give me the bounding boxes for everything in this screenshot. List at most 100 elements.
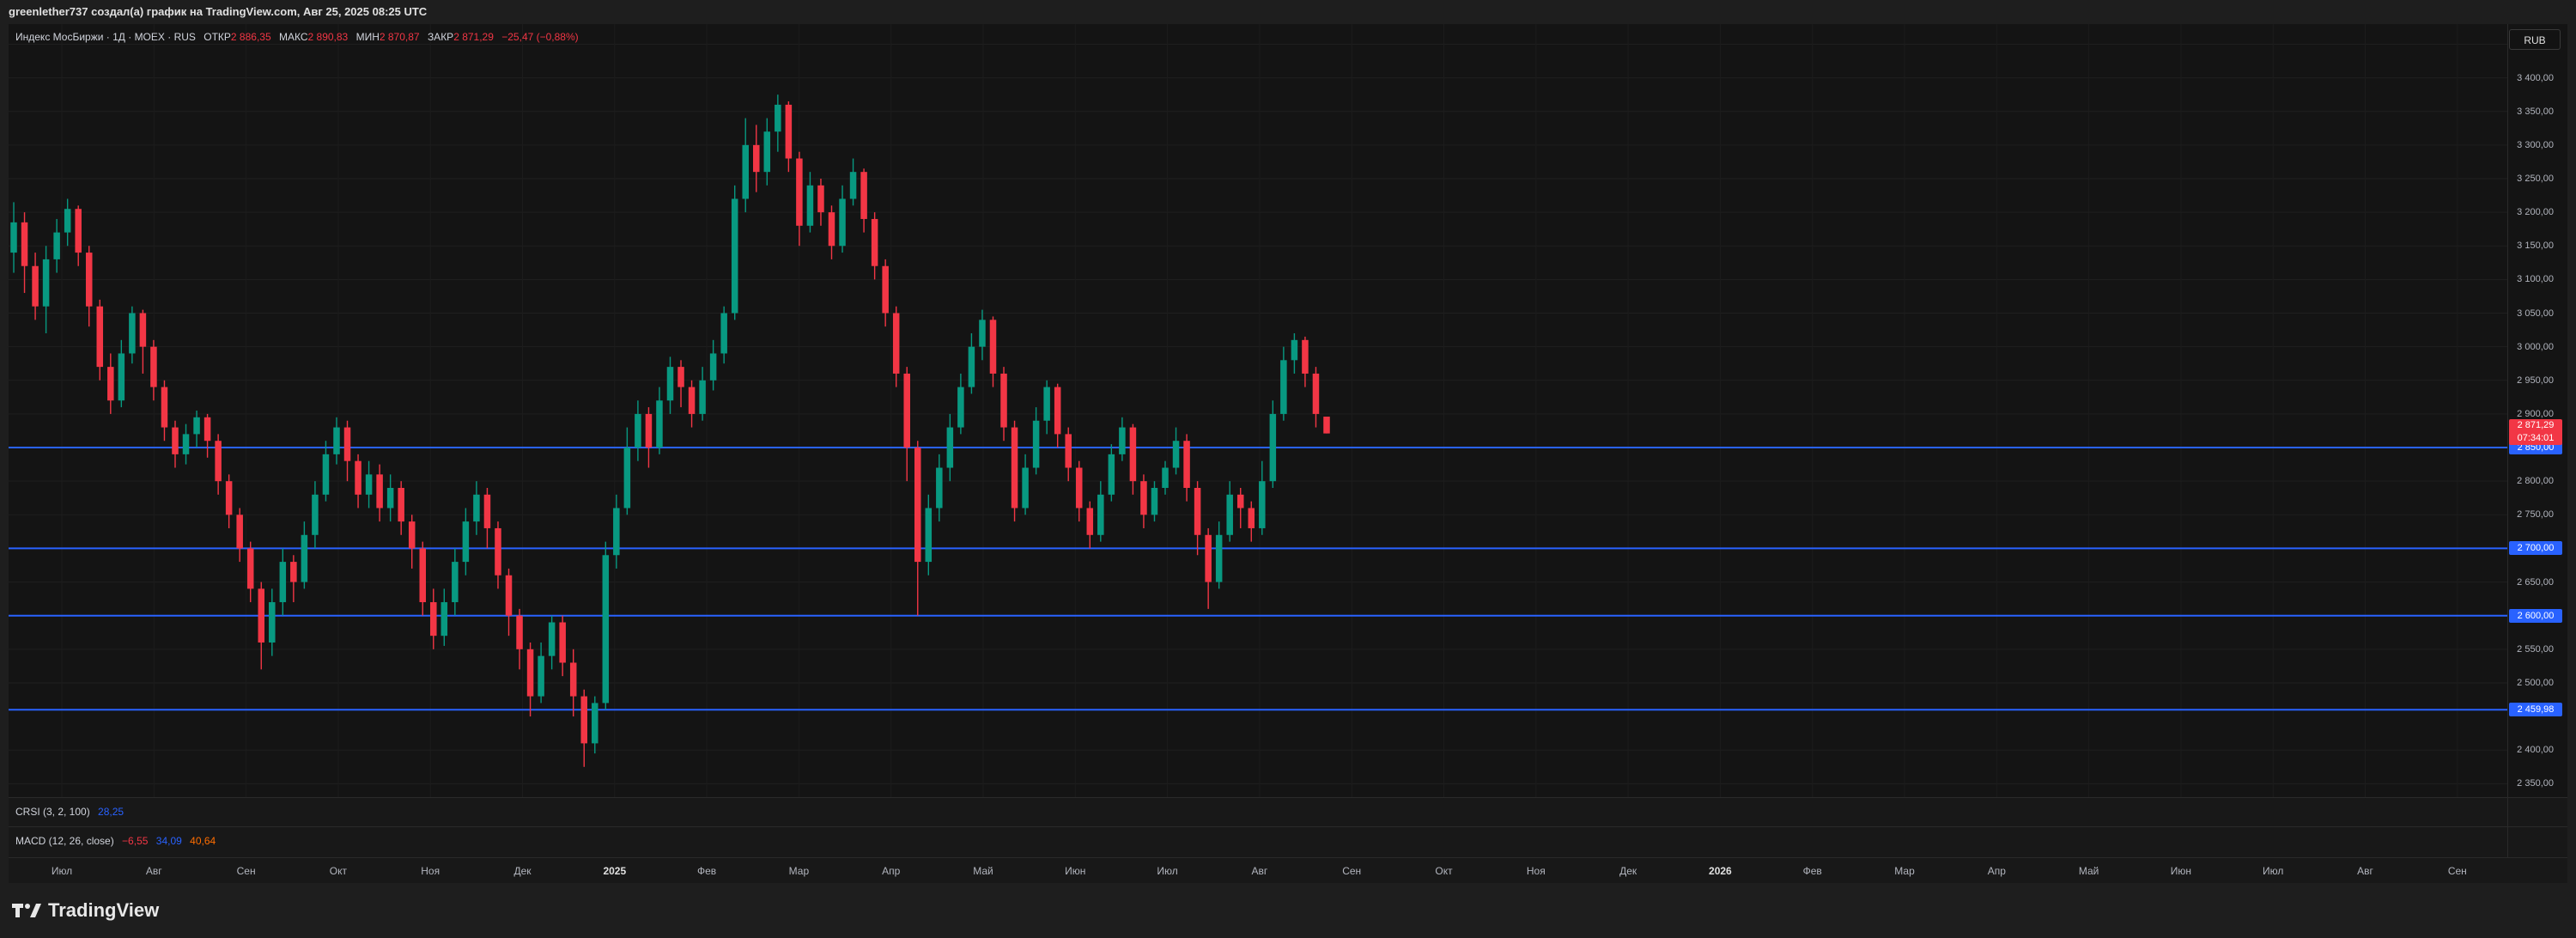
candle-body (957, 387, 964, 428)
price-chart-area[interactable] (9, 24, 2507, 797)
price-axis-label: 2 550,00 (2517, 643, 2554, 655)
price-level-tag[interactable]: 2 459,98 (2509, 703, 2562, 717)
candle-body (871, 218, 878, 266)
candle (343, 420, 351, 482)
candle (301, 521, 308, 589)
candle (139, 309, 147, 374)
candle-body (215, 441, 222, 482)
candle (645, 407, 653, 468)
candle (430, 588, 437, 649)
time-axis-label: Фев (697, 865, 717, 877)
candle (1194, 481, 1201, 556)
candle-body (505, 575, 513, 616)
candle (623, 427, 631, 515)
candle-body (526, 649, 534, 697)
time-axis-label: Авг (1251, 865, 1268, 877)
candle-body (936, 467, 943, 509)
candlestick-chart[interactable] (9, 24, 2507, 797)
candle-body (452, 562, 459, 603)
candle-body (386, 488, 394, 509)
candle-body (42, 259, 50, 307)
candle (1000, 367, 1007, 442)
time-axis-label: Мар (1894, 865, 1915, 877)
candle-body (376, 474, 383, 509)
candle-body (75, 209, 82, 253)
high-label: МАКС (278, 31, 308, 43)
candle (1302, 336, 1309, 387)
candle (785, 101, 793, 173)
close-label: ЗАКР (427, 31, 454, 43)
open-value: 2 886,35 (230, 31, 271, 43)
candle-body (1302, 339, 1309, 374)
price-level-tag[interactable]: 2 600,00 (2509, 608, 2562, 623)
high-value: 2 890,83 (307, 31, 349, 43)
candle-body (849, 172, 857, 199)
candle (1065, 427, 1072, 482)
macd-label: MACD (12, 26, close) (15, 835, 114, 847)
candle (849, 158, 857, 206)
candle (763, 118, 771, 186)
candle (333, 417, 340, 465)
time-axis-label: Апр (1987, 865, 2006, 877)
open-label: ОТКР (204, 31, 231, 43)
candle-body (1205, 534, 1212, 582)
candle-body (1065, 434, 1072, 468)
price-axis-label: 2 800,00 (2517, 476, 2554, 487)
candle-body (602, 555, 610, 704)
candle-body (1280, 360, 1287, 414)
macd-panel[interactable]: MACD (12, 26, close) −6,55 34,09 40,64 (9, 826, 2507, 857)
currency-button[interactable]: RUB (2509, 29, 2561, 50)
candle (1011, 420, 1018, 522)
price-axis-label: 2 750,00 (2517, 509, 2554, 521)
candle-body (1119, 427, 1126, 454)
candle-body (860, 172, 867, 219)
candle (989, 316, 997, 387)
candle-body (96, 306, 104, 368)
candle-body (548, 622, 556, 656)
candle-body (1226, 494, 1233, 535)
time-axis-label: Май (973, 865, 993, 877)
macd-signal-value: 40,64 (190, 835, 216, 847)
crsi-panel[interactable]: CRSI (3, 2, 100) 28,25 (9, 797, 2507, 826)
price-axis-label: 2 400,00 (2517, 745, 2554, 756)
candle-body (645, 413, 653, 448)
logo-text: TradingView (48, 899, 160, 921)
candle-body (419, 548, 427, 603)
candle-body (64, 209, 71, 233)
candle-body (1172, 441, 1180, 468)
candle (376, 464, 383, 522)
time-axis[interactable]: Июл Авг Сен Окт Ноя Дек 2025 Фев Мар Апр Май Июн Июл… (9, 857, 2567, 883)
candle (1151, 481, 1158, 522)
tradingview-logo[interactable]: TradingView (12, 898, 159, 923)
candle-body (892, 313, 900, 374)
macd-legend: MACD (12, 26, close) −6,55 34,09 40,64 (15, 835, 216, 847)
candle-body (989, 320, 997, 374)
candle (96, 299, 104, 381)
price-axis[interactable]: 3 450,003 400,003 350,003 300,003 250,00… (2507, 24, 2567, 797)
candle (172, 420, 179, 468)
time-axis-label: Июл (2263, 865, 2284, 877)
crsi-legend: CRSI (3, 2, 100) 28,25 (15, 806, 124, 818)
candle (1280, 346, 1287, 421)
symbol-name[interactable]: Индекс МосБиржи · 1Д · MOEX · RUS (15, 31, 196, 43)
crsi-scale (2507, 797, 2567, 826)
low-value: 2 870,87 (379, 31, 420, 43)
candle (806, 172, 814, 233)
candle (925, 494, 933, 576)
candle-body (139, 313, 147, 347)
candle-body (569, 662, 577, 697)
candle (53, 218, 60, 273)
candle (246, 541, 254, 603)
candle (699, 367, 706, 421)
candle-body (785, 104, 793, 159)
candle (817, 179, 824, 226)
price-axis-label: 2 950,00 (2517, 375, 2554, 386)
candle-body (592, 703, 598, 744)
price-level-tag[interactable]: 2 700,00 (2509, 541, 2562, 556)
candle (1119, 417, 1126, 461)
candle-body (225, 481, 233, 515)
candle-body (182, 434, 190, 454)
candle-body (720, 313, 727, 354)
time-axis-label: Авг (145, 865, 162, 877)
candle (538, 643, 544, 704)
